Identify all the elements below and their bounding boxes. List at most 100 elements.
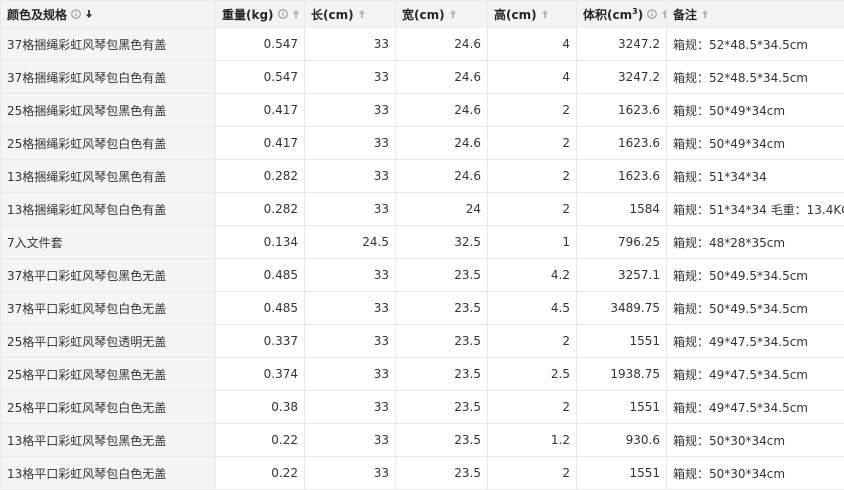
cell-weight[interactable]: 0.547	[216, 61, 305, 94]
table-row[interactable]: 37格平口彩虹风琴包黑色无盖0.4853323.54.23257.1箱规：50*…	[1, 259, 844, 292]
cell-volume[interactable]: 1551	[577, 325, 667, 358]
column-header-remark[interactable]: 备注	[667, 1, 844, 28]
cell-length[interactable]: 33	[305, 160, 396, 193]
sort-up-icon[interactable]	[701, 9, 709, 19]
sort-up-icon[interactable]	[449, 9, 457, 19]
cell-length[interactable]: 33	[305, 193, 396, 226]
cell-length[interactable]: 33	[305, 127, 396, 160]
column-header-volume[interactable]: 体积(cm3)	[577, 1, 667, 28]
cell-volume[interactable]: 1551	[577, 391, 667, 424]
cell-width[interactable]: 23.5	[396, 457, 488, 490]
cell-weight[interactable]: 0.485	[216, 292, 305, 325]
cell-height[interactable]: 4.5	[488, 292, 577, 325]
cell-weight[interactable]: 0.337	[216, 325, 305, 358]
cell-weight[interactable]: 0.485	[216, 259, 305, 292]
table-row[interactable]: 25格捆绳彩虹风琴包黑色有盖0.4173324.621623.6箱规：50*49…	[1, 94, 844, 127]
cell-color-spec[interactable]: 37格平口彩虹风琴包白色无盖	[1, 292, 216, 325]
cell-volume[interactable]: 930.6	[577, 424, 667, 457]
cell-remark[interactable]: 箱规：51*34*34 毛重：13.4KG	[667, 193, 844, 226]
table-row[interactable]: 37格捆绳彩虹风琴包黑色有盖0.5473324.643247.2箱规：52*48…	[1, 28, 844, 61]
sort-up-icon[interactable]	[541, 9, 549, 19]
cell-length[interactable]: 33	[305, 391, 396, 424]
cell-volume[interactable]: 1551	[577, 457, 667, 490]
sort-down-icon[interactable]	[85, 9, 93, 19]
column-header-weight[interactable]: 重量(kg)	[216, 1, 305, 28]
cell-width[interactable]: 24	[396, 193, 488, 226]
cell-height[interactable]: 2	[488, 94, 577, 127]
table-row[interactable]: 7入文件套0.13424.532.51796.25箱规：48*28*35cm	[1, 226, 844, 259]
cell-height[interactable]: 2	[488, 325, 577, 358]
cell-volume[interactable]: 3247.2	[577, 61, 667, 94]
cell-height[interactable]: 2	[488, 391, 577, 424]
cell-length[interactable]: 33	[305, 457, 396, 490]
column-header-length[interactable]: 长(cm)	[305, 1, 396, 28]
cell-remark[interactable]: 箱规：52*48.5*34.5cm	[667, 28, 844, 61]
cell-width[interactable]: 23.5	[396, 358, 488, 391]
cell-weight[interactable]: 0.134	[216, 226, 305, 259]
cell-color-spec[interactable]: 13格平口彩虹风琴包白色无盖	[1, 457, 216, 490]
cell-volume[interactable]: 1938.75	[577, 358, 667, 391]
cell-height[interactable]: 2	[488, 160, 577, 193]
table-row[interactable]: 25格平口彩虹风琴包白色无盖0.383323.521551箱规：49*47.5*…	[1, 391, 844, 424]
cell-weight[interactable]: 0.22	[216, 457, 305, 490]
sort-up-icon[interactable]	[358, 9, 366, 19]
cell-remark[interactable]: 箱规：50*49*34cm	[667, 94, 844, 127]
info-circle-icon[interactable]	[647, 9, 657, 19]
cell-weight[interactable]: 0.282	[216, 160, 305, 193]
cell-remark[interactable]: 箱规：49*47.5*34.5cm	[667, 325, 844, 358]
cell-width[interactable]: 23.5	[396, 259, 488, 292]
table-row[interactable]: 13格平口彩虹风琴包白色无盖0.223323.521551箱规：50*30*34…	[1, 457, 844, 490]
info-circle-icon[interactable]	[278, 9, 288, 19]
table-row[interactable]: 37格平口彩虹风琴包白色无盖0.4853323.54.53489.75箱规：50…	[1, 292, 844, 325]
cell-height[interactable]: 2	[488, 127, 577, 160]
cell-height[interactable]: 2	[488, 457, 577, 490]
cell-width[interactable]: 32.5	[396, 226, 488, 259]
cell-remark[interactable]: 箱规：49*47.5*34.5cm	[667, 391, 844, 424]
cell-length[interactable]: 33	[305, 292, 396, 325]
cell-weight[interactable]: 0.38	[216, 391, 305, 424]
cell-height[interactable]: 4	[488, 28, 577, 61]
cell-length[interactable]: 33	[305, 325, 396, 358]
cell-length[interactable]: 33	[305, 424, 396, 457]
cell-weight[interactable]: 0.374	[216, 358, 305, 391]
cell-volume[interactable]: 3489.75	[577, 292, 667, 325]
cell-volume[interactable]: 1584	[577, 193, 667, 226]
cell-length[interactable]: 33	[305, 259, 396, 292]
cell-remark[interactable]: 箱规：51*34*34	[667, 160, 844, 193]
cell-volume[interactable]: 3247.2	[577, 28, 667, 61]
cell-width[interactable]: 23.5	[396, 391, 488, 424]
cell-remark[interactable]: 箱规：49*47.5*34.5cm	[667, 358, 844, 391]
cell-length[interactable]: 24.5	[305, 226, 396, 259]
sort-up-icon[interactable]	[292, 9, 300, 19]
cell-volume[interactable]: 1623.6	[577, 94, 667, 127]
cell-remark[interactable]: 箱规：48*28*35cm	[667, 226, 844, 259]
cell-volume[interactable]: 3257.1	[577, 259, 667, 292]
cell-color-spec[interactable]: 13格平口彩虹风琴包黑色无盖	[1, 424, 216, 457]
cell-width[interactable]: 23.5	[396, 325, 488, 358]
table-row[interactable]: 13格捆绳彩虹风琴包黑色有盖0.2823324.621623.6箱规：51*34…	[1, 160, 844, 193]
cell-length[interactable]: 33	[305, 28, 396, 61]
cell-length[interactable]: 33	[305, 358, 396, 391]
cell-remark[interactable]: 箱规：50*30*34cm	[667, 457, 844, 490]
cell-volume[interactable]: 1623.6	[577, 160, 667, 193]
cell-width[interactable]: 24.6	[396, 28, 488, 61]
table-row[interactable]: 25格平口彩虹风琴包黑色无盖0.3743323.52.51938.75箱规：49…	[1, 358, 844, 391]
cell-height[interactable]: 1.2	[488, 424, 577, 457]
cell-remark[interactable]: 箱规：50*30*34cm	[667, 424, 844, 457]
cell-volume[interactable]: 1623.6	[577, 127, 667, 160]
column-header-color-spec[interactable]: 颜色及规格	[1, 1, 216, 28]
cell-width[interactable]: 24.6	[396, 61, 488, 94]
cell-color-spec[interactable]: 25格平口彩虹风琴包透明无盖	[1, 325, 216, 358]
cell-height[interactable]: 4.2	[488, 259, 577, 292]
cell-color-spec[interactable]: 37格平口彩虹风琴包黑色无盖	[1, 259, 216, 292]
info-circle-icon[interactable]	[71, 9, 81, 19]
cell-weight[interactable]: 0.417	[216, 94, 305, 127]
column-header-width[interactable]: 宽(cm)	[396, 1, 488, 28]
cell-weight[interactable]: 0.547	[216, 28, 305, 61]
cell-color-spec[interactable]: 25格捆绳彩虹风琴包白色有盖	[1, 127, 216, 160]
cell-remark[interactable]: 箱规：50*49*34cm	[667, 127, 844, 160]
cell-width[interactable]: 24.6	[396, 160, 488, 193]
cell-color-spec[interactable]: 25格捆绳彩虹风琴包黑色有盖	[1, 94, 216, 127]
table-row[interactable]: 13格平口彩虹风琴包黑色无盖0.223323.51.2930.6箱规：50*30…	[1, 424, 844, 457]
column-header-height[interactable]: 高(cm)	[488, 1, 577, 28]
